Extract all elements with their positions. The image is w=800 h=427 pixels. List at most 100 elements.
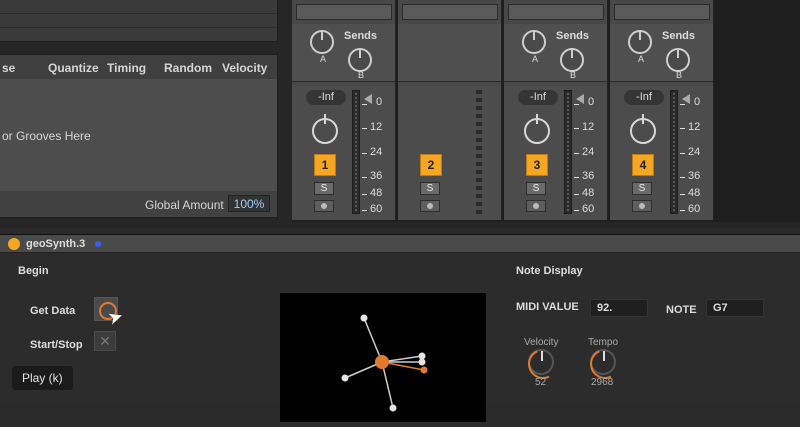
- header-strip: [0, 0, 277, 14]
- get-data-label: Get Data: [30, 305, 76, 317]
- db-tick: 60: [688, 203, 701, 215]
- track-activator-button[interactable]: 1: [314, 154, 336, 176]
- track-title-bar[interactable]: [296, 4, 392, 20]
- db-tick: 24: [582, 146, 595, 158]
- track-activator-button[interactable]: 2: [420, 154, 442, 176]
- pan-knob[interactable]: [630, 114, 656, 144]
- play-tooltip: Play (k): [12, 366, 73, 390]
- pan-knob[interactable]: [524, 114, 550, 144]
- tempo-knob[interactable]: [590, 349, 616, 375]
- track-title-bar[interactable]: [508, 4, 604, 20]
- arm-button[interactable]: [632, 200, 652, 212]
- send-a-label: A: [532, 54, 539, 64]
- arrangement-top-area: se Quantize Timing Random Velocity or Gr…: [0, 0, 800, 228]
- arm-button[interactable]: [526, 200, 546, 212]
- column-header-velocity[interactable]: Velocity: [222, 61, 267, 75]
- db-tick: 24: [688, 146, 701, 158]
- send-b-knob[interactable]: [348, 48, 372, 72]
- solo-button[interactable]: S: [314, 182, 334, 195]
- midi-value-field[interactable]: 92.: [590, 299, 648, 317]
- column-header-timing[interactable]: Timing: [107, 61, 146, 75]
- volume-readout[interactable]: -Inf: [306, 90, 346, 105]
- mixer-track-4: Sends A B -Inf 4 S 0 12 24 36 48 60: [610, 0, 714, 220]
- db-tick: 0: [694, 96, 701, 108]
- arm-button[interactable]: [314, 200, 334, 212]
- sends-section: Sends A B: [610, 24, 713, 82]
- graph-center-node: [375, 355, 389, 369]
- arm-button[interactable]: [420, 200, 440, 212]
- pan-knob[interactable]: [312, 114, 338, 144]
- solo-button[interactable]: S: [632, 182, 652, 195]
- sends-section: Sends A B: [504, 24, 607, 82]
- solo-button[interactable]: S: [526, 182, 546, 195]
- header-strip: [0, 14, 277, 28]
- graph-node: [389, 404, 397, 412]
- mixer-track-1: Sends A B -Inf 1 S 0 12 24 36 48 60: [292, 0, 396, 220]
- track-controls: 2 S: [398, 86, 501, 220]
- clip-view-header: [0, 0, 278, 42]
- global-amount-label: Global Amount: [145, 198, 224, 212]
- db-tick: 36: [688, 170, 701, 182]
- graph-node: [360, 314, 368, 322]
- db-tick: 36: [370, 170, 383, 182]
- note-label: NOTE: [666, 304, 697, 316]
- sends-section: [398, 24, 501, 82]
- send-a-label: A: [638, 54, 645, 64]
- midi-value-label: MIDI VALUE: [516, 301, 579, 313]
- db-scale: 0 12 24 36 48 60: [574, 88, 608, 218]
- global-amount-value[interactable]: 100%: [228, 195, 270, 212]
- track-title-bar[interactable]: [402, 4, 498, 20]
- send-b-label: B: [358, 70, 365, 80]
- device-body: Begin Get Data ➤ Start/Stop ✕ Note Displ…: [0, 253, 800, 422]
- graph-node: [418, 352, 426, 360]
- db-tick: 12: [688, 121, 701, 133]
- send-a-knob[interactable]: [522, 30, 546, 54]
- track-activator-button[interactable]: 4: [632, 154, 654, 176]
- db-scale: 0 12 24 36 48 60: [362, 88, 396, 218]
- db-tick: 0: [376, 96, 383, 108]
- db-tick: 12: [582, 121, 595, 133]
- send-a-knob[interactable]: [628, 30, 652, 54]
- graph-node: [341, 374, 349, 382]
- device-panel-geosynth: geoSynth.3 Begin Get Data ➤ Start/Stop ✕: [0, 234, 800, 422]
- solo-button[interactable]: S: [420, 182, 440, 195]
- column-header-quantize[interactable]: Quantize: [48, 61, 99, 75]
- start-stop-toggle[interactable]: ✕: [94, 331, 116, 351]
- level-meter: [670, 90, 678, 214]
- mixer: Sends A B -Inf 1 S 0 12 24 36 48 60 2 S …: [292, 0, 800, 222]
- velocity-knob[interactable]: [528, 349, 554, 375]
- db-tick: 48: [582, 187, 595, 199]
- send-b-knob[interactable]: [560, 48, 584, 72]
- start-stop-label: Start/Stop: [30, 339, 83, 351]
- device-title-bar[interactable]: geoSynth.3: [0, 235, 800, 253]
- graph-node: [418, 358, 426, 366]
- db-tick: 12: [370, 121, 383, 133]
- mouse-cursor-icon: ➤: [105, 305, 126, 329]
- begin-section-label: Begin: [18, 265, 49, 277]
- send-b-label: B: [676, 70, 683, 80]
- column-header-base[interactable]: se: [2, 61, 15, 75]
- sends-section: Sends A B: [292, 24, 395, 82]
- groove-pool-footer: Global Amount 100%: [0, 191, 277, 217]
- send-a-label: A: [320, 54, 327, 64]
- db-tick: 48: [370, 187, 383, 199]
- mixer-track-2: 2 S: [398, 0, 502, 220]
- send-a-knob[interactable]: [310, 30, 334, 54]
- device-power-button[interactable]: [8, 238, 20, 250]
- tempo-label: Tempo: [588, 337, 619, 348]
- sends-label: Sends: [556, 30, 590, 42]
- volume-readout[interactable]: -Inf: [518, 90, 558, 105]
- column-header-random[interactable]: Random: [164, 61, 212, 75]
- send-b-label: B: [570, 70, 577, 80]
- db-tick: 24: [370, 146, 383, 158]
- device-status-dot: [95, 241, 101, 247]
- level-meter: [564, 90, 572, 214]
- volume-readout[interactable]: -Inf: [624, 90, 664, 105]
- track-activator-button[interactable]: 3: [526, 154, 548, 176]
- velocity-label: Velocity: [524, 337, 559, 348]
- level-meter: [352, 90, 360, 214]
- send-b-knob[interactable]: [666, 48, 690, 72]
- level-meter: [476, 90, 482, 214]
- track-title-bar[interactable]: [614, 4, 710, 20]
- note-value-field[interactable]: G7: [706, 299, 764, 317]
